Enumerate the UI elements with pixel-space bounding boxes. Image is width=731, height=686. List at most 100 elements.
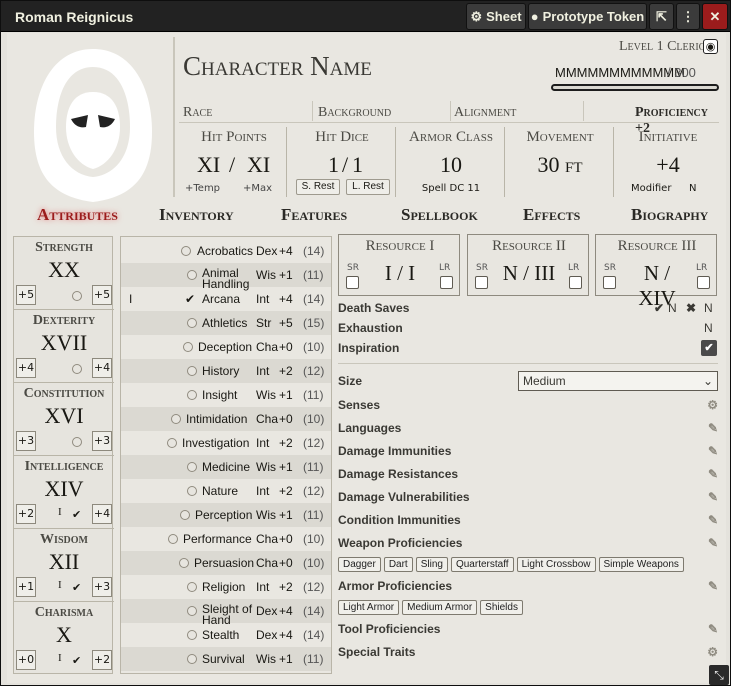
death-save-failures[interactable]: N xyxy=(704,301,713,315)
skill-row[interactable]: Persuasion Cha +0 (10) xyxy=(121,551,331,575)
ability-mod[interactable]: +1 xyxy=(16,577,36,597)
tab-inventory[interactable]: Inventory xyxy=(159,205,234,225)
long-rest-checkbox[interactable] xyxy=(440,276,453,289)
skill-row[interactable]: Acrobatics Dex +4 (14) xyxy=(121,239,331,263)
ability-mod[interactable]: +3 xyxy=(16,431,36,451)
skill-name[interactable]: Persuasion xyxy=(194,556,254,570)
skill-proficiency-toggle[interactable] xyxy=(187,390,197,400)
skill-proficiency-toggle[interactable] xyxy=(187,654,197,664)
skill-proficiency-toggle[interactable] xyxy=(167,438,177,448)
short-rest-checkbox[interactable] xyxy=(346,276,359,289)
resource-value[interactable]: N xyxy=(503,261,518,285)
initiative-label[interactable]: Initiative xyxy=(615,129,721,146)
skill-name[interactable]: Religion xyxy=(202,580,245,594)
short-rest-checkbox[interactable] xyxy=(603,276,616,289)
ability-mod[interactable]: +4 xyxy=(16,358,36,378)
check-icon[interactable]: ✔ xyxy=(72,508,81,521)
skill-proficiency-toggle[interactable] xyxy=(181,246,191,256)
edit-icon[interactable]: ✎ xyxy=(708,513,718,527)
prototype-token-button[interactable]: ● Prototype Token xyxy=(528,3,647,30)
resource-max[interactable]: I xyxy=(408,261,415,285)
tab-effects[interactable]: Effects xyxy=(523,205,580,225)
skill-proficiency-toggle[interactable] xyxy=(187,606,197,616)
skill-name[interactable]: Insight xyxy=(202,388,237,402)
ability-mod[interactable]: +5 xyxy=(16,285,36,305)
hp-temp[interactable]: +Temp xyxy=(185,183,220,194)
edit-icon[interactable]: ✎ xyxy=(708,536,718,550)
short-rest-button[interactable]: S. Rest xyxy=(296,179,340,195)
race-field[interactable]: Race xyxy=(183,105,212,121)
save-proficiency-toggle[interactable] xyxy=(72,291,82,301)
skill-proficiency-toggle[interactable] xyxy=(187,366,197,376)
skill-row[interactable]: Intimidation Cha +0 (10) xyxy=(121,407,331,431)
short-rest-checkbox[interactable] xyxy=(475,276,488,289)
skill-row[interactable]: I ✔ Arcana Int +4 (14) xyxy=(121,287,331,311)
skill-proficiency-toggle[interactable] xyxy=(187,630,197,640)
ability-mod[interactable]: +2 xyxy=(16,504,36,524)
resource-max[interactable]: III xyxy=(534,261,555,285)
skill-name[interactable]: History xyxy=(202,364,239,378)
ability-save[interactable]: +3 xyxy=(92,431,112,451)
size-select[interactable]: Medium ⌄ xyxy=(518,371,718,391)
resource-value[interactable]: I xyxy=(385,261,392,285)
skill-name[interactable]: Perception xyxy=(195,508,252,522)
resource-value[interactable]: N xyxy=(644,261,659,285)
movement-value[interactable]: 30 ft xyxy=(506,152,614,178)
skill-name[interactable]: Performance xyxy=(183,532,252,546)
exhaustion-value[interactable]: N xyxy=(704,321,713,335)
edit-icon[interactable]: ✎ xyxy=(708,579,718,593)
tab-features[interactable]: Features xyxy=(281,205,347,225)
ability-name[interactable]: Wisdom xyxy=(14,532,114,548)
check-icon[interactable]: ✔ xyxy=(185,292,195,306)
ability-name[interactable]: Dexterity xyxy=(14,313,114,329)
ability-score[interactable]: XVI xyxy=(14,403,114,429)
skill-row[interactable]: Athletics Str +5 (15) xyxy=(121,311,331,335)
skill-row[interactable]: Animal Handling Wis +1 (11) xyxy=(121,263,331,290)
edit-icon[interactable]: ✎ xyxy=(708,444,718,458)
initiative-modifier[interactable]: N xyxy=(689,183,696,194)
skill-name[interactable]: Intimidation xyxy=(186,412,247,426)
gear-icon[interactable]: ⚙ xyxy=(707,645,718,659)
edit-icon[interactable]: ✎ xyxy=(708,490,718,504)
skill-proficiency-toggle[interactable] xyxy=(183,342,193,352)
skill-name[interactable]: Stealth xyxy=(202,628,239,642)
skill-proficiency-toggle[interactable] xyxy=(187,270,197,280)
skill-proficiency-toggle[interactable] xyxy=(187,582,197,592)
skill-proficiency-toggle[interactable] xyxy=(187,486,197,496)
skill-proficiency-toggle[interactable] xyxy=(171,414,181,424)
resource-name[interactable]: Resource III xyxy=(596,238,718,255)
hp-tempmax[interactable]: +Max xyxy=(243,183,272,194)
resize-handle-icon[interactable]: ⤡ xyxy=(709,665,729,685)
window-titlebar[interactable]: Roman Reignicus ⚙ Sheet ● Prototype Token … xyxy=(1,1,730,32)
skill-proficiency-toggle[interactable] xyxy=(168,534,178,544)
alignment-field[interactable]: Alignment xyxy=(454,105,516,121)
skill-row[interactable]: Performance Cha +0 (10) xyxy=(121,527,331,551)
edit-icon[interactable]: ✎ xyxy=(708,467,718,481)
skill-row[interactable]: Religion Int +2 (12) xyxy=(121,575,331,599)
ability-score[interactable]: XX xyxy=(14,257,114,283)
popout-button[interactable]: ⇱ xyxy=(649,3,674,30)
death-saves-label[interactable]: Death Saves xyxy=(338,301,409,315)
skill-row[interactable]: Stealth Dex +4 (14) xyxy=(121,623,331,647)
skill-name[interactable]: Survival xyxy=(202,652,245,666)
skill-row[interactable]: Survival Wis +1 (11) xyxy=(121,647,331,671)
resource-name[interactable]: Resource I xyxy=(339,238,461,255)
check-icon[interactable]: ✔ xyxy=(72,581,81,594)
ability-name[interactable]: Intelligence xyxy=(14,459,114,475)
skill-name[interactable]: Acrobatics xyxy=(197,244,253,258)
edit-icon[interactable]: ✎ xyxy=(708,421,718,435)
ability-name[interactable]: Strength xyxy=(14,240,114,256)
ability-score[interactable]: XIV xyxy=(14,476,114,502)
ability-score[interactable]: XII xyxy=(14,549,114,575)
ability-score[interactable]: XVII xyxy=(14,330,114,356)
save-proficiency-toggle[interactable] xyxy=(72,364,82,374)
background-field[interactable]: Background xyxy=(318,105,391,121)
ability-save[interactable]: +3 xyxy=(92,577,112,597)
skill-name[interactable]: Nature xyxy=(202,484,238,498)
long-rest-button[interactable]: L. Rest xyxy=(346,179,390,195)
hp-max[interactable]: XI xyxy=(247,152,270,178)
inspiration-checkbox[interactable]: ✔ xyxy=(701,340,717,356)
edit-icon[interactable]: ✎ xyxy=(708,622,718,636)
skill-proficiency-toggle[interactable] xyxy=(180,510,190,520)
ability-score[interactable]: X xyxy=(14,622,114,648)
